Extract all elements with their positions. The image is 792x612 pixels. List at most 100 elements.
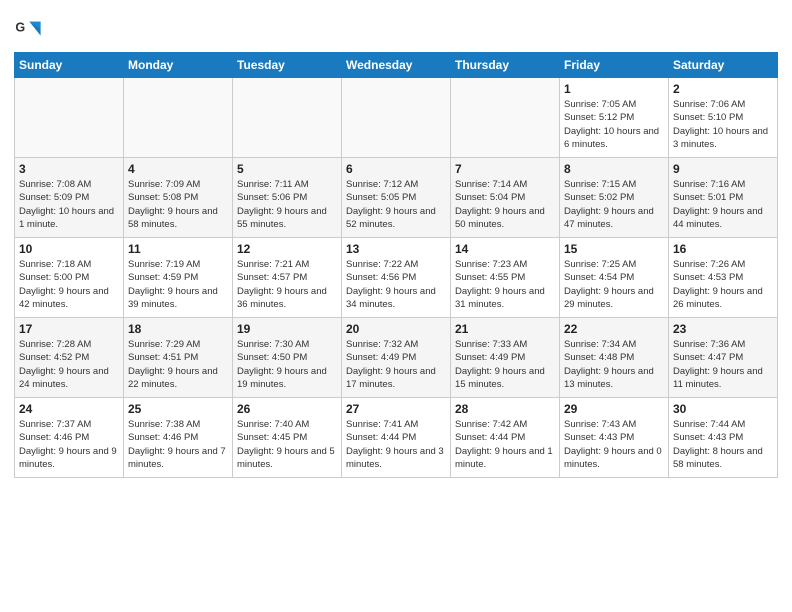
day-cell: 20 Sunrise: 7:32 AM Sunset: 4:49 PM Dayli… [342, 318, 451, 398]
day-number: 3 [19, 162, 119, 176]
day-cell: 18 Sunrise: 7:29 AM Sunset: 4:51 PM Dayli… [124, 318, 233, 398]
day-cell [124, 78, 233, 158]
day-cell: 16 Sunrise: 7:26 AM Sunset: 4:53 PM Dayli… [669, 238, 778, 318]
day-number: 16 [673, 242, 773, 256]
day-number: 5 [237, 162, 337, 176]
svg-text:G: G [15, 20, 25, 34]
day-number: 14 [455, 242, 555, 256]
day-info: Sunrise: 7:41 AM Sunset: 4:44 PM Dayligh… [346, 418, 446, 471]
day-cell: 1Sunrise: 7:05 AM Sunset: 5:12 PM Daylig… [560, 78, 669, 158]
col-header-friday: Friday [560, 53, 669, 78]
day-number: 1 [564, 82, 664, 96]
logo-icon: G [14, 16, 42, 44]
page: G SundayMondayTuesdayWednesdayThursdayFr… [0, 0, 792, 612]
day-number: 22 [564, 322, 664, 336]
day-number: 25 [128, 402, 228, 416]
day-info: Sunrise: 7:38 AM Sunset: 4:46 PM Dayligh… [128, 418, 228, 471]
day-cell: 28Sunrise: 7:42 AM Sunset: 4:44 PM Dayli… [451, 398, 560, 478]
day-info: Sunrise: 7:30 AM Sunset: 4:50 PM Dayligh… [237, 338, 337, 391]
day-cell: 17 Sunrise: 7:28 AM Sunset: 4:52 PM Dayli… [15, 318, 124, 398]
day-number: 13 [346, 242, 446, 256]
day-number: 8 [564, 162, 664, 176]
col-header-sunday: Sunday [15, 53, 124, 78]
day-cell: 7 Sunrise: 7:14 AM Sunset: 5:04 PM Daylig… [451, 158, 560, 238]
col-header-monday: Monday [124, 53, 233, 78]
day-info: Sunrise: 7:21 AM Sunset: 4:57 PM Dayligh… [237, 258, 337, 311]
day-cell: 21 Sunrise: 7:33 AM Sunset: 4:49 PM Dayli… [451, 318, 560, 398]
day-number: 29 [564, 402, 664, 416]
day-info: Sunrise: 7:06 AM Sunset: 5:10 PM Dayligh… [673, 98, 773, 151]
day-number: 15 [564, 242, 664, 256]
day-cell: 4 Sunrise: 7:09 AM Sunset: 5:08 PM Daylig… [124, 158, 233, 238]
day-number: 18 [128, 322, 228, 336]
day-number: 27 [346, 402, 446, 416]
day-cell: 5 Sunrise: 7:11 AM Sunset: 5:06 PM Daylig… [233, 158, 342, 238]
day-info: Sunrise: 7:18 AM Sunset: 5:00 PM Dayligh… [19, 258, 119, 311]
logo: G [14, 14, 46, 44]
day-cell [233, 78, 342, 158]
col-header-saturday: Saturday [669, 53, 778, 78]
day-cell: 27 Sunrise: 7:41 AM Sunset: 4:44 PM Dayli… [342, 398, 451, 478]
day-info: Sunrise: 7:40 AM Sunset: 4:45 PM Dayligh… [237, 418, 337, 471]
day-number: 7 [455, 162, 555, 176]
day-number: 30 [673, 402, 773, 416]
day-cell: 8 Sunrise: 7:15 AM Sunset: 5:02 PM Daylig… [560, 158, 669, 238]
header: G [14, 10, 778, 44]
day-cell: 24 Sunrise: 7:37 AM Sunset: 4:46 PM Dayli… [15, 398, 124, 478]
day-info: Sunrise: 7:22 AM Sunset: 4:56 PM Dayligh… [346, 258, 446, 311]
day-info: Sunrise: 7:44 AM Sunset: 4:43 PM Dayligh… [673, 418, 773, 471]
day-info: Sunrise: 7:19 AM Sunset: 4:59 PM Dayligh… [128, 258, 228, 311]
calendar-table: SundayMondayTuesdayWednesdayThursdayFrid… [14, 52, 778, 478]
col-header-wednesday: Wednesday [342, 53, 451, 78]
day-number: 26 [237, 402, 337, 416]
day-cell: 15 Sunrise: 7:25 AM Sunset: 4:54 PM Dayli… [560, 238, 669, 318]
day-info: Sunrise: 7:25 AM Sunset: 4:54 PM Dayligh… [564, 258, 664, 311]
header-row: SundayMondayTuesdayWednesdayThursdayFrid… [15, 53, 778, 78]
day-number: 12 [237, 242, 337, 256]
day-cell: 12 Sunrise: 7:21 AM Sunset: 4:57 PM Dayli… [233, 238, 342, 318]
week-row-1: 1Sunrise: 7:05 AM Sunset: 5:12 PM Daylig… [15, 78, 778, 158]
day-info: Sunrise: 7:12 AM Sunset: 5:05 PM Dayligh… [346, 178, 446, 231]
day-info: Sunrise: 7:36 AM Sunset: 4:47 PM Dayligh… [673, 338, 773, 391]
day-cell [342, 78, 451, 158]
day-cell: 3 Sunrise: 7:08 AM Sunset: 5:09 PM Daylig… [15, 158, 124, 238]
day-cell: 29Sunrise: 7:43 AM Sunset: 4:43 PM Dayli… [560, 398, 669, 478]
day-cell [451, 78, 560, 158]
week-row-3: 10 Sunrise: 7:18 AM Sunset: 5:00 PM Dayli… [15, 238, 778, 318]
day-info: Sunrise: 7:15 AM Sunset: 5:02 PM Dayligh… [564, 178, 664, 231]
day-info: Sunrise: 7:28 AM Sunset: 4:52 PM Dayligh… [19, 338, 119, 391]
day-cell: 14 Sunrise: 7:23 AM Sunset: 4:55 PM Dayli… [451, 238, 560, 318]
day-info: Sunrise: 7:32 AM Sunset: 4:49 PM Dayligh… [346, 338, 446, 391]
day-number: 4 [128, 162, 228, 176]
day-number: 24 [19, 402, 119, 416]
day-number: 11 [128, 242, 228, 256]
day-info: Sunrise: 7:26 AM Sunset: 4:53 PM Dayligh… [673, 258, 773, 311]
day-info: Sunrise: 7:29 AM Sunset: 4:51 PM Dayligh… [128, 338, 228, 391]
day-info: Sunrise: 7:08 AM Sunset: 5:09 PM Dayligh… [19, 178, 119, 231]
day-cell: 26 Sunrise: 7:40 AM Sunset: 4:45 PM Dayli… [233, 398, 342, 478]
day-info: Sunrise: 7:11 AM Sunset: 5:06 PM Dayligh… [237, 178, 337, 231]
day-cell: 13 Sunrise: 7:22 AM Sunset: 4:56 PM Dayli… [342, 238, 451, 318]
col-header-tuesday: Tuesday [233, 53, 342, 78]
day-cell: 19Sunrise: 7:30 AM Sunset: 4:50 PM Dayli… [233, 318, 342, 398]
day-cell: 2 Sunrise: 7:06 AM Sunset: 5:10 PM Daylig… [669, 78, 778, 158]
day-cell: 9Sunrise: 7:16 AM Sunset: 5:01 PM Daylig… [669, 158, 778, 238]
day-info: Sunrise: 7:09 AM Sunset: 5:08 PM Dayligh… [128, 178, 228, 231]
day-info: Sunrise: 7:33 AM Sunset: 4:49 PM Dayligh… [455, 338, 555, 391]
day-cell: 30 Sunrise: 7:44 AM Sunset: 4:43 PM Dayli… [669, 398, 778, 478]
day-info: Sunrise: 7:14 AM Sunset: 5:04 PM Dayligh… [455, 178, 555, 231]
day-info: Sunrise: 7:34 AM Sunset: 4:48 PM Dayligh… [564, 338, 664, 391]
day-number: 21 [455, 322, 555, 336]
day-number: 10 [19, 242, 119, 256]
day-cell: 22 Sunrise: 7:34 AM Sunset: 4:48 PM Dayli… [560, 318, 669, 398]
day-cell: 6 Sunrise: 7:12 AM Sunset: 5:05 PM Daylig… [342, 158, 451, 238]
day-number: 9 [673, 162, 773, 176]
day-info: Sunrise: 7:37 AM Sunset: 4:46 PM Dayligh… [19, 418, 119, 471]
day-number: 17 [19, 322, 119, 336]
day-number: 2 [673, 82, 773, 96]
day-info: Sunrise: 7:23 AM Sunset: 4:55 PM Dayligh… [455, 258, 555, 311]
day-number: 28 [455, 402, 555, 416]
day-number: 20 [346, 322, 446, 336]
day-cell: 11 Sunrise: 7:19 AM Sunset: 4:59 PM Dayli… [124, 238, 233, 318]
day-number: 6 [346, 162, 446, 176]
